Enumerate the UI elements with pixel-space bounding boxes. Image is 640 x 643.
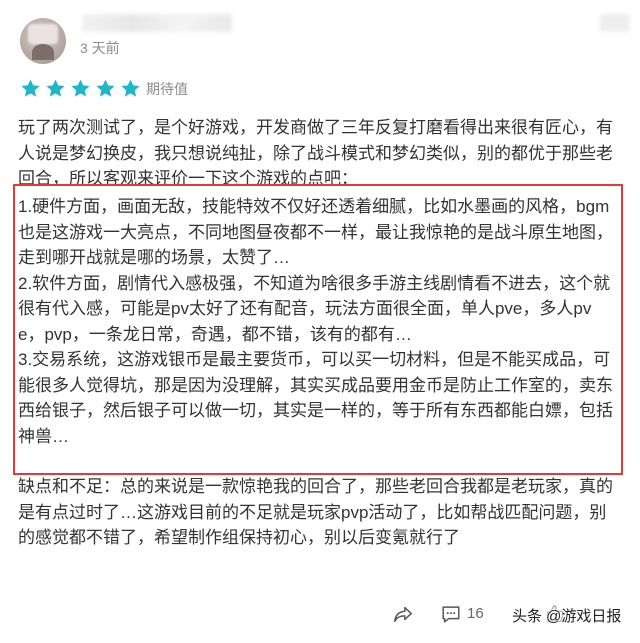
user-name[interactable] (82, 14, 232, 32)
comment-icon[interactable] (440, 603, 462, 625)
review-points: 1.硬件方面，画面无敌，技能特效不仅好还透着细腻，比如水墨画的风格，bgm也是这… (18, 197, 613, 446)
review-intro: 玩了两次测试了，是个好游戏，开发商做了三年反复打磨看得出来很有匠心，有人说是梦幻… (18, 118, 613, 188)
rating-stars (20, 78, 141, 99)
star-icon (46, 79, 65, 97)
comment-count: 16 (467, 605, 484, 622)
review-conclusion: 缺点和不足：总的来说是一款惊艳我的回合了，那些老回合我都是老玩家，真的是有点过时… (18, 477, 613, 547)
star-icon (21, 79, 40, 97)
share-icon[interactable] (392, 603, 414, 625)
post-time: 3 天前 (80, 40, 120, 56)
watermark: 头条 @游戏日报 (512, 608, 622, 625)
star-icon (121, 79, 140, 97)
user-avatar[interactable] (20, 18, 66, 64)
more-options[interactable] (600, 14, 630, 32)
star-icon (71, 79, 90, 97)
star-icon (96, 79, 115, 97)
rating-label: 期待值 (146, 81, 188, 97)
